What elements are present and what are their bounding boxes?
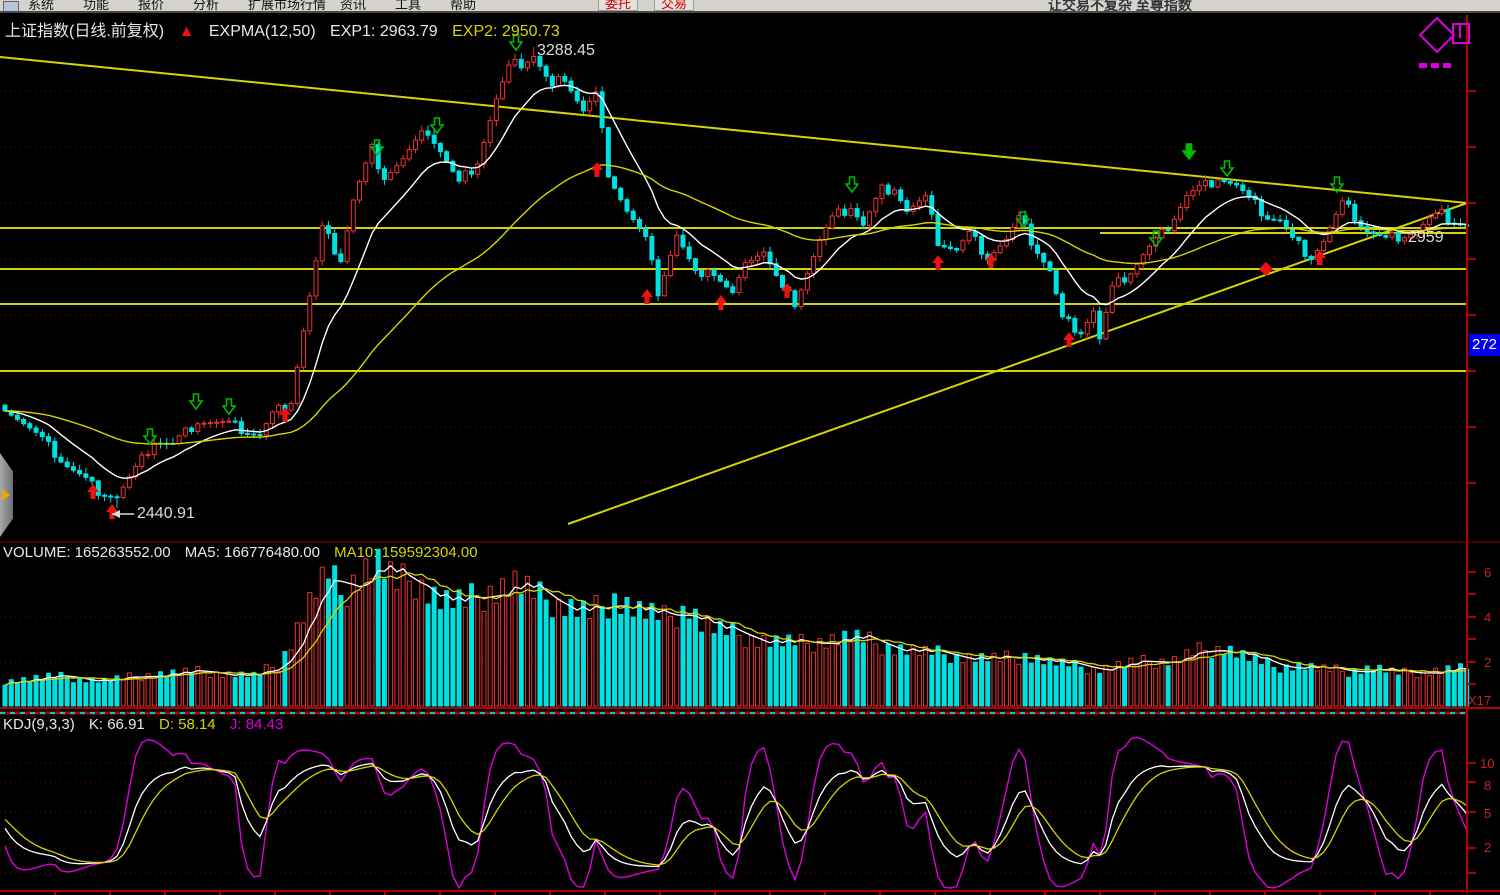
menu-item-4[interactable]: 扩展市场行情 [248,0,326,13]
menu-banner-text: 让交易不复杂 至尊指数 [1048,0,1192,13]
menu-item-1[interactable]: 功能 [83,0,109,13]
kdj-header: KDJ(9,3,3) K: 66.91 D: 58.14 J: 84.43 [3,716,283,733]
buy-arrow-icon [106,504,118,519]
kdj-d-value: D: 58.14 [159,716,216,733]
menu-trade-item-1[interactable]: 交易 [654,0,694,11]
volume-header: VOLUME: 165263552.00 MA5: 166776480.00 M… [3,544,478,561]
buy-arrow-icon [1063,332,1075,347]
buy-arrow-icon [932,255,944,270]
restore-window-icon[interactable] [1452,23,1470,44]
volume-axis-label: 6 [1484,565,1491,580]
sell-arrow-icon [431,118,443,133]
trough-price-label: 2440.91 [137,505,195,523]
trading-app-window: 让交易不复杂 至尊指数 系统 功能 报价 分析 扩展市场行情 资讯 工具 帮助 委托 交易 6 4 2… [0,0,1500,895]
buy-arrow-icon [715,295,727,310]
sell-arrow-icon [1221,161,1233,176]
sell-arrow-icon [846,177,858,192]
kdj-axis-label: 8 [1484,778,1491,793]
axis-price-tag: 272 [1469,334,1500,356]
exp1-value: EXP1: 2963.79 [330,23,438,40]
volume-ma10-value: MA10: 159592304.00 [334,544,477,561]
exp2-value: EXP2: 2950.73 [452,23,560,40]
menu-item-7[interactable]: 帮助 [450,0,476,13]
minimize-dashes-icon[interactable] [1419,55,1455,73]
volume-axis-label: 4 [1484,610,1491,625]
volume-axis-label: 2 [1484,655,1491,670]
main-chart-header: 上证指数(日线.前复权) ▲ EXPMA(12,50) EXP1: 2963.7… [5,17,560,41]
menu-bar[interactable]: 让交易不复杂 至尊指数 系统 功能 报价 分析 扩展市场行情 资讯 工具 帮助 委托 交易 [0,0,1500,13]
sell-arrow-icon [190,394,202,409]
kdj-axis-label: 10 [1480,756,1494,771]
main-gridlines [0,91,1467,873]
menu-item-5[interactable]: 资讯 [340,0,366,13]
volume-unit-label: X17 [1468,693,1491,708]
kdj-k-value: K: 66.91 [89,716,145,733]
kdj-j-line [5,737,1467,888]
buy-arrow-icon [591,162,603,177]
last-price-label: 2959 [1408,229,1444,247]
indicator-name[interactable]: EXPMA(12,50) [209,23,316,40]
menu-item-0[interactable]: 系统 [28,0,54,13]
chart-canvas[interactable]: 6 4 2 X17 10 8 5 2 [0,0,1500,895]
volume-ma5-value: MA5: 166776480.00 [185,544,320,561]
buy-arrow-icon [641,289,653,304]
kdj-j-value: J: 84.43 [230,716,283,733]
symbol-title: 上证指数(日线.前复权) [5,23,164,40]
peak-price-label: 3288.45 [537,42,595,60]
sell-arrow-icon [1183,144,1195,159]
menu-item-6[interactable]: 工具 [395,0,421,13]
volume-value[interactable]: VOLUME: 165263552.00 [3,544,171,561]
expand-arrow-icon [2,489,10,501]
kdj-axis-label: 5 [1484,806,1491,821]
kdj-indicator-name[interactable]: KDJ(9,3,3) [3,716,75,733]
app-icon[interactable] [3,1,19,12]
signal-arrows [87,35,1343,519]
menu-trade-item-0[interactable]: 委托 [598,0,638,11]
signal-arrow-icon: ▲ [179,23,195,40]
sell-arrow-icon [223,399,235,414]
menu-item-2[interactable]: 报价 [138,0,164,13]
menu-item-3[interactable]: 分析 [193,0,219,13]
kdj-axis-label: 2 [1484,840,1491,855]
